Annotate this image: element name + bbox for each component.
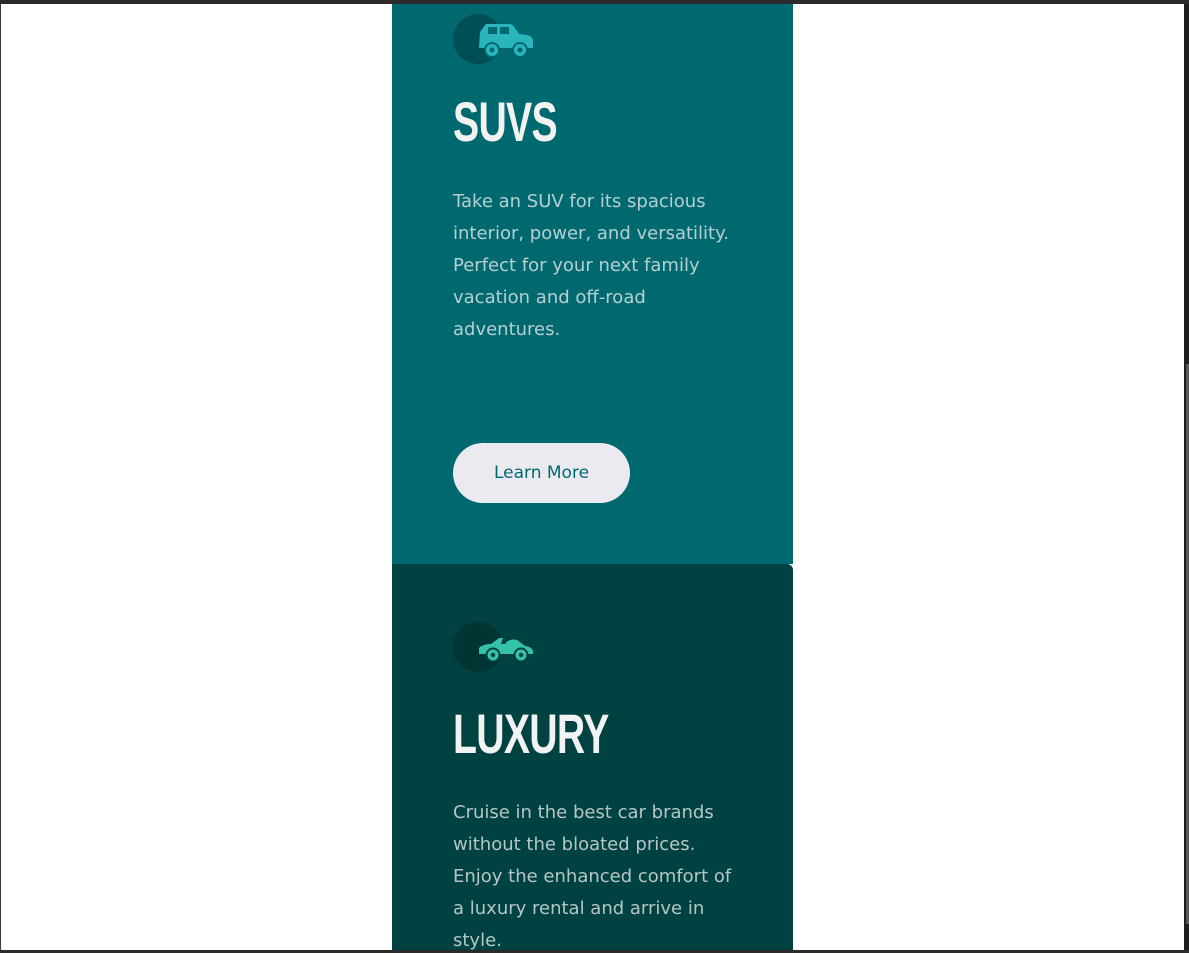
card-description: Cruise in the best car brands without th… bbox=[453, 802, 732, 950]
page-viewport: SUVs Take an SUV for its spacious interi… bbox=[0, 4, 1185, 950]
card-title: Luxury bbox=[453, 702, 609, 765]
suv-icon bbox=[453, 12, 535, 64]
luxury-car-icon bbox=[453, 622, 535, 674]
learn-more-button[interactable]: Learn More bbox=[453, 443, 630, 503]
card-suvs: SUVs Take an SUV for its spacious interi… bbox=[392, 4, 793, 564]
card-description: Take an SUV for its spacious interior, p… bbox=[453, 191, 729, 340]
card-luxury: Luxury Cruise in the best car brands wit… bbox=[392, 564, 793, 950]
scrollbar[interactable] bbox=[1184, 4, 1189, 950]
card-title: SUVs bbox=[453, 90, 558, 153]
card-stack: SUVs Take an SUV for its spacious interi… bbox=[392, 4, 793, 950]
